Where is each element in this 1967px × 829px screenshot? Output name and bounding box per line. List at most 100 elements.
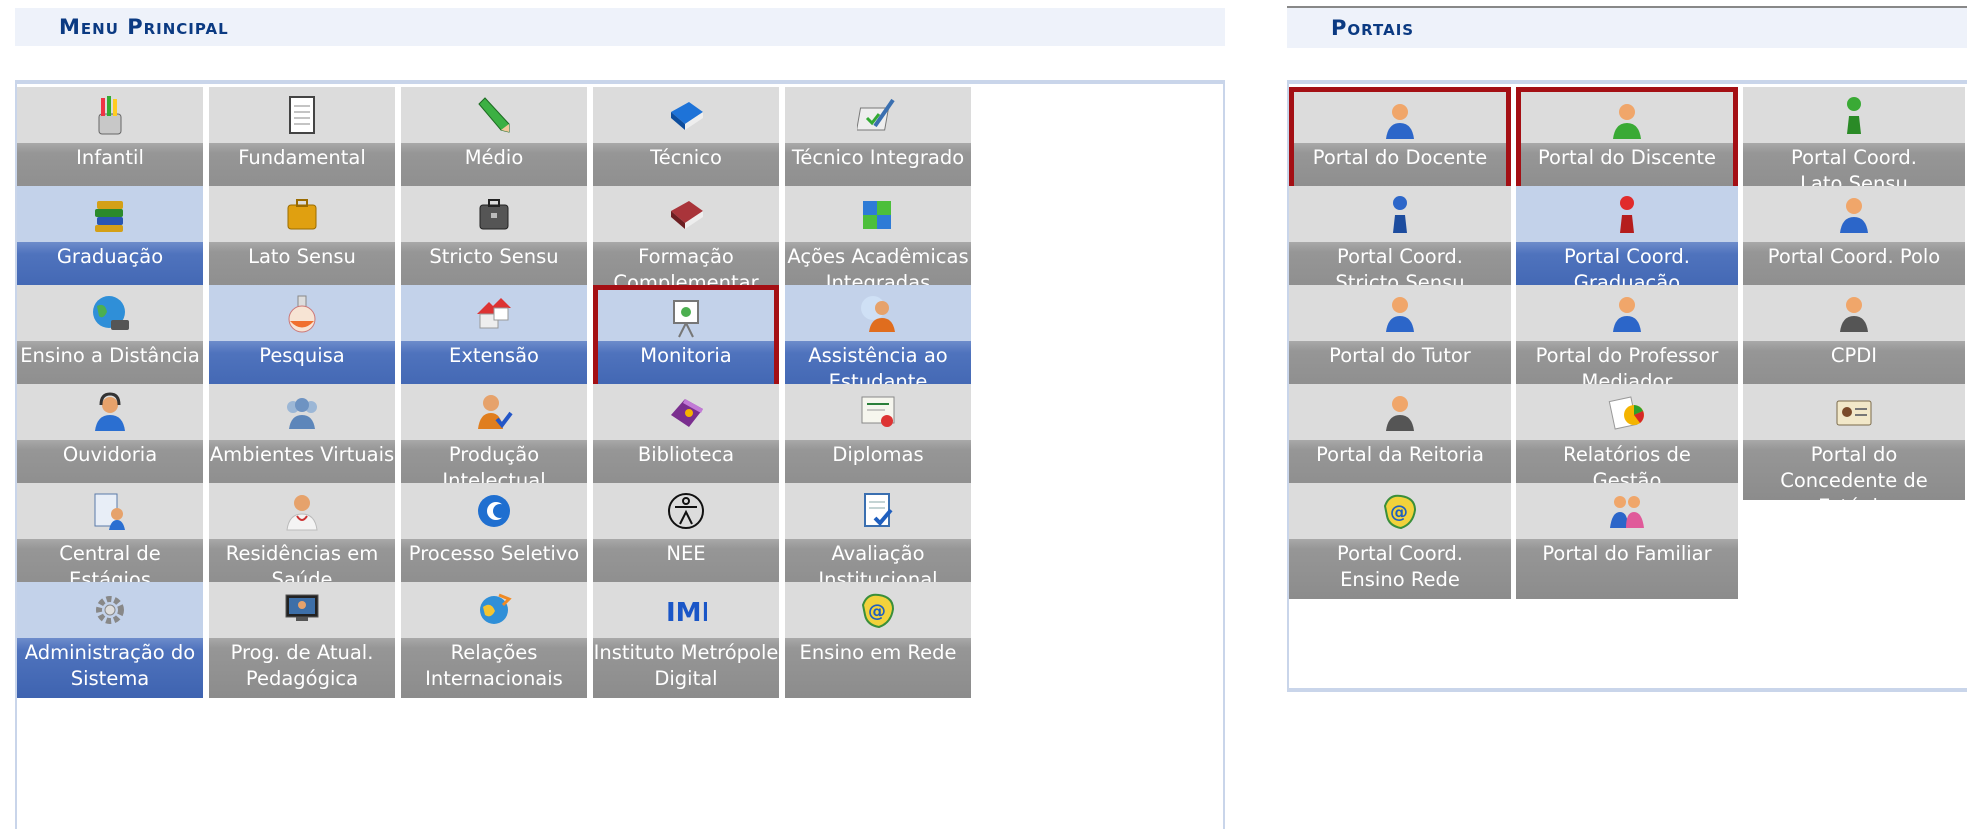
- puzzle-icon: [857, 193, 899, 235]
- tile-label: Administração do Sistema: [17, 638, 203, 698]
- c-logo-icon: [473, 490, 515, 532]
- menu-principal-header: Menu Principal: [15, 8, 1225, 46]
- tile-icon-area: [785, 87, 971, 143]
- notebook-icon: [281, 94, 323, 136]
- people-group-icon: [281, 391, 323, 433]
- tile-icon-area: [209, 285, 395, 341]
- tile-icon-area: [1521, 92, 1733, 148]
- tile-icon-area: [598, 290, 774, 346]
- tile-icon-area: [1289, 285, 1511, 341]
- pawn-blue-icon: [1379, 193, 1421, 235]
- monitor-icon: [281, 589, 323, 631]
- tile-icon-area: [1294, 92, 1506, 148]
- tile-icon-area: [1289, 186, 1511, 242]
- tile-icon-area: [785, 384, 971, 440]
- portais-header: Portais: [1287, 6, 1967, 48]
- blue-book-icon: [665, 94, 707, 136]
- tile-icon-area: [209, 186, 395, 242]
- colored-pencils-icon: [89, 94, 131, 136]
- tile-label: Portal Coord. Ensino Rede: [1289, 539, 1511, 599]
- user-blue-icon: [1379, 292, 1421, 334]
- portal-tile-portal-do-concedente-de-estagio[interactable]: Portal do Concedente de Estágio: [1743, 384, 1965, 500]
- tile-icon-area: [1743, 384, 1965, 440]
- tile-label: Prog. de Atual. Pedagógica: [209, 638, 395, 698]
- tile-icon-area: [209, 582, 395, 638]
- user-check-icon: [473, 391, 515, 433]
- tile-icon-area: [401, 87, 587, 143]
- tile-icon-area: [593, 483, 779, 539]
- tile-icon-area: [401, 582, 587, 638]
- doctor-icon: [281, 490, 323, 532]
- globe-arrows-icon: [473, 589, 515, 631]
- menu-tile-administracao-do-sistema[interactable]: Administração do Sistema: [17, 582, 203, 698]
- tile-icon-area: [593, 186, 779, 242]
- menu-tile-instituto-metropole-digital[interactable]: IMD Instituto Metrópole Digital: [593, 582, 779, 698]
- tile-icon-area: [17, 483, 203, 539]
- person-support-icon: [857, 292, 899, 334]
- checklist-pen-icon: [857, 94, 899, 136]
- books-stack-icon: [89, 193, 131, 235]
- tile-icon-area: @: [1289, 483, 1511, 539]
- menu-tile-ensino-em-rede[interactable]: @ Ensino em Rede: [785, 582, 971, 698]
- tile-label: Portal do Concedente de Estágio: [1743, 440, 1965, 500]
- flask-icon: [281, 292, 323, 334]
- document-check-icon: [857, 490, 899, 532]
- tile-label: Instituto Metrópole Digital: [593, 638, 779, 698]
- tile-icon-area: [1516, 285, 1738, 341]
- tile-icon-area: IMD: [593, 582, 779, 638]
- certificate-icon: [857, 391, 899, 433]
- tile-icon-area: [1516, 483, 1738, 539]
- tile-icon-area: [209, 483, 395, 539]
- globe-icon: [89, 292, 131, 334]
- tile-icon-area: [785, 285, 971, 341]
- tile-icon-area: [785, 186, 971, 242]
- pawn-red-icon: [1606, 193, 1648, 235]
- tile-label: Ensino em Rede: [785, 638, 971, 698]
- tile-icon-area: [17, 384, 203, 440]
- pencil-icon: [473, 94, 515, 136]
- tile-icon-area: [401, 384, 587, 440]
- tile-icon-area: @: [785, 582, 971, 638]
- imd-logo-icon: IMD: [665, 589, 707, 631]
- pawn-green-icon: [1833, 94, 1875, 136]
- presentation-board-icon: [665, 297, 707, 339]
- at-map-icon: @: [1379, 490, 1421, 532]
- tile-icon-area: [401, 285, 587, 341]
- dark-briefcase-icon: [473, 193, 515, 235]
- menu-tile-prog-de-atual-pedagogica[interactable]: Prog. de Atual. Pedagógica: [209, 582, 395, 698]
- briefcase-icon: [281, 193, 323, 235]
- user-blue-icon: [1606, 292, 1648, 334]
- tile-label: Relações Internacionais: [401, 638, 587, 698]
- tile-icon-area: [1743, 186, 1965, 242]
- tile-icon-area: [17, 87, 203, 143]
- tile-icon-area: [401, 483, 587, 539]
- book-library-icon: [665, 391, 707, 433]
- id-card-icon: [1833, 391, 1875, 433]
- tile-icon-area: [1516, 186, 1738, 242]
- svg-text:@: @: [1390, 502, 1408, 523]
- portais-title: Portais: [1331, 16, 1415, 40]
- gear-icon: [89, 589, 131, 631]
- user-agenda-icon: [89, 490, 131, 532]
- svg-text:IMD: IMD: [666, 598, 707, 628]
- headset-user-icon: [89, 391, 131, 433]
- tile-icon-area: [209, 87, 395, 143]
- family-icon: [1606, 490, 1648, 532]
- houses-icon: [473, 292, 515, 334]
- portal-tile-portal-do-familiar[interactable]: Portal do Familiar: [1516, 483, 1738, 599]
- user-green-icon: [1606, 99, 1648, 141]
- tile-icon-area: [17, 186, 203, 242]
- portal-tile-portal-coord-ensino-rede[interactable]: @ Portal Coord. Ensino Rede: [1289, 483, 1511, 599]
- user-suit-icon: [1833, 292, 1875, 334]
- tile-icon-area: [1743, 87, 1965, 143]
- user-blue-icon: [1833, 193, 1875, 235]
- reports-icon: [1606, 391, 1648, 433]
- tile-icon-area: [1743, 285, 1965, 341]
- tile-icon-area: [17, 582, 203, 638]
- tile-icon-area: [1516, 384, 1738, 440]
- tile-icon-area: [1289, 384, 1511, 440]
- menu-tile-relacoes-internacionais[interactable]: Relações Internacionais: [401, 582, 587, 698]
- tile-icon-area: [785, 483, 971, 539]
- menu-principal-title: Menu Principal: [59, 15, 229, 39]
- red-book-icon: [665, 193, 707, 235]
